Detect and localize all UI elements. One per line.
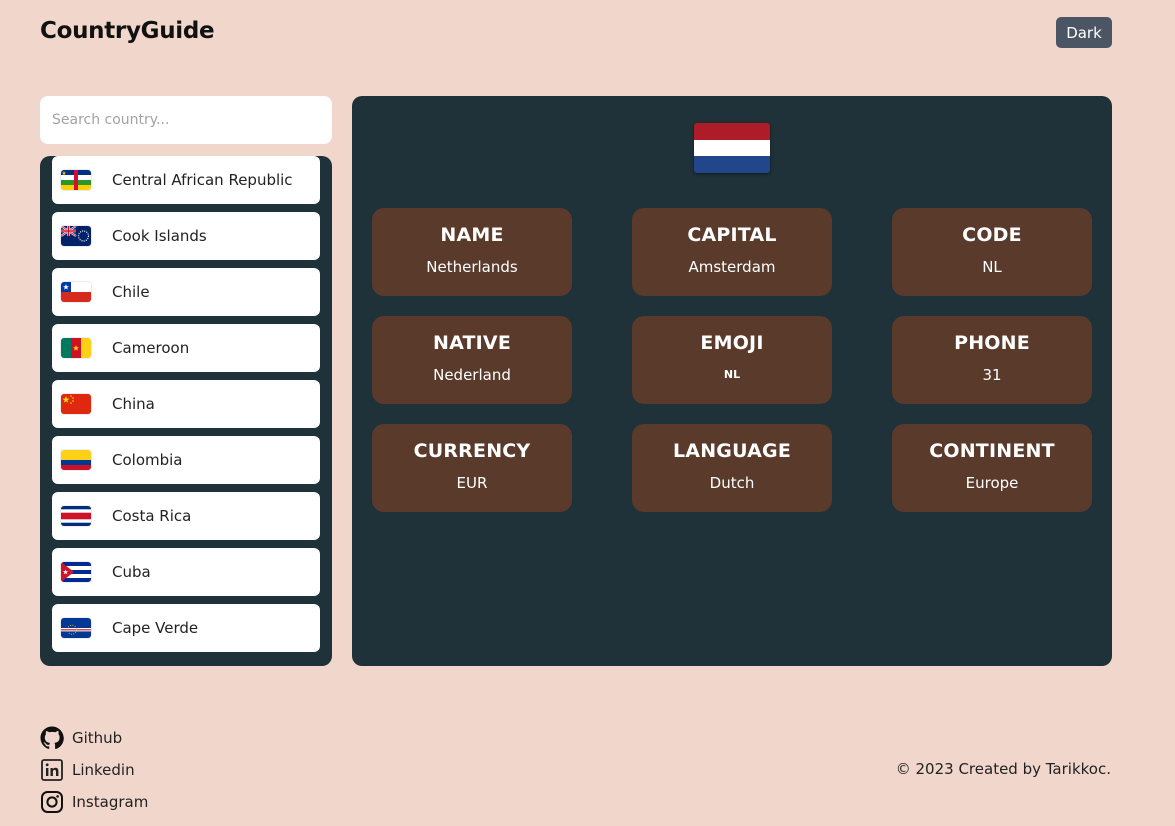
info-card-name: NAME Netherlands xyxy=(372,208,572,296)
card-value: 31 xyxy=(982,366,1002,384)
cuba-flag-icon xyxy=(61,562,91,582)
info-card-phone: PHONE 31 xyxy=(892,316,1092,404)
netherlands-flag-icon xyxy=(694,123,770,173)
chile-flag-icon xyxy=(61,282,91,302)
card-value: EUR xyxy=(456,474,488,492)
central-african-republic-flag-icon xyxy=(61,170,91,190)
card-value: Europe xyxy=(965,474,1019,492)
info-card-native: NATIVE Nederland xyxy=(372,316,572,404)
card-value: Amsterdam xyxy=(688,258,776,276)
cape-verde-flag-icon xyxy=(61,618,91,638)
github-icon xyxy=(40,726,64,750)
country-item-cape-verde[interactable]: Cape Verde xyxy=(52,604,320,652)
app-root: CountryGuide Dark Central African Rep xyxy=(0,0,1175,826)
country-item-china[interactable]: China xyxy=(52,380,320,428)
search-input[interactable] xyxy=(40,96,332,144)
card-value: NL xyxy=(982,258,1002,276)
country-name: China xyxy=(112,395,155,413)
linkedin-link[interactable]: Linkedin xyxy=(40,758,148,782)
info-card-emoji: EMOJI NL xyxy=(632,316,832,404)
linkedin-label: Linkedin xyxy=(72,761,135,779)
china-flag-icon xyxy=(61,394,91,414)
info-card-language: LANGUAGE Dutch xyxy=(632,424,832,512)
country-name: Central African Republic xyxy=(112,171,293,189)
country-list[interactable]: Central African Republic Cook Islands Ch… xyxy=(40,156,332,666)
country-name: Cuba xyxy=(112,563,151,581)
country-item-cameroon[interactable]: Cameroon xyxy=(52,324,320,372)
instagram-label: Instagram xyxy=(72,793,149,811)
country-detail-panel: NAME Netherlands CAPITAL Amsterdam CODE … xyxy=(352,96,1112,666)
info-grid: NAME Netherlands CAPITAL Amsterdam CODE … xyxy=(372,208,1092,512)
country-item-chile[interactable]: Chile xyxy=(52,268,320,316)
copyright-text: © 2023 Created by Tarikkoc. xyxy=(895,760,1111,778)
country-item-colombia[interactable]: Colombia xyxy=(52,436,320,484)
country-name: Cameroon xyxy=(112,339,190,357)
brand-title: CountryGuide xyxy=(40,18,215,44)
card-title: CONTINENT xyxy=(929,440,1055,462)
info-card-capital: CAPITAL Amsterdam xyxy=(632,208,832,296)
info-card-code: CODE NL xyxy=(892,208,1092,296)
country-item-cook-islands[interactable]: Cook Islands xyxy=(52,212,320,260)
card-value: Dutch xyxy=(709,474,755,492)
card-value: Nederland xyxy=(433,366,511,384)
colombia-flag-icon xyxy=(61,450,91,470)
card-value: NL xyxy=(723,368,741,381)
github-label: Github xyxy=(72,729,123,747)
social-links: Github Linkedin Instagram xyxy=(40,726,148,822)
info-card-continent: CONTINENT Europe xyxy=(892,424,1092,512)
country-item-cuba[interactable]: Cuba xyxy=(52,548,320,596)
country-name: Cook Islands xyxy=(112,227,207,245)
instagram-icon xyxy=(41,791,63,813)
costa-rica-flag-icon xyxy=(61,506,91,526)
country-item-central-african-republic[interactable]: Central African Republic xyxy=(52,156,320,204)
card-title: NAME xyxy=(440,224,504,246)
dark-mode-button[interactable]: Dark xyxy=(1056,17,1112,48)
country-name: Costa Rica xyxy=(112,507,192,525)
country-name: Chile xyxy=(112,283,150,301)
card-title: NATIVE xyxy=(432,332,512,354)
country-name: Colombia xyxy=(112,451,183,469)
linkedin-icon xyxy=(41,759,63,781)
card-value: Netherlands xyxy=(426,258,518,276)
country-item-costa-rica[interactable]: Costa Rica xyxy=(52,492,320,540)
instagram-link[interactable]: Instagram xyxy=(40,790,148,814)
card-title: CURRENCY xyxy=(413,440,531,462)
card-title: LANGUAGE xyxy=(672,440,792,462)
card-title: EMOJI xyxy=(700,332,764,354)
info-card-currency: CURRENCY EUR xyxy=(372,424,572,512)
card-title: CODE xyxy=(962,224,1022,246)
cook-islands-flag-icon xyxy=(61,226,91,246)
country-name: Cape Verde xyxy=(112,619,199,637)
github-link[interactable]: Github xyxy=(40,726,148,750)
cameroon-flag-icon xyxy=(61,338,91,358)
card-title: CAPITAL xyxy=(687,224,777,246)
card-title: PHONE xyxy=(954,332,1030,354)
